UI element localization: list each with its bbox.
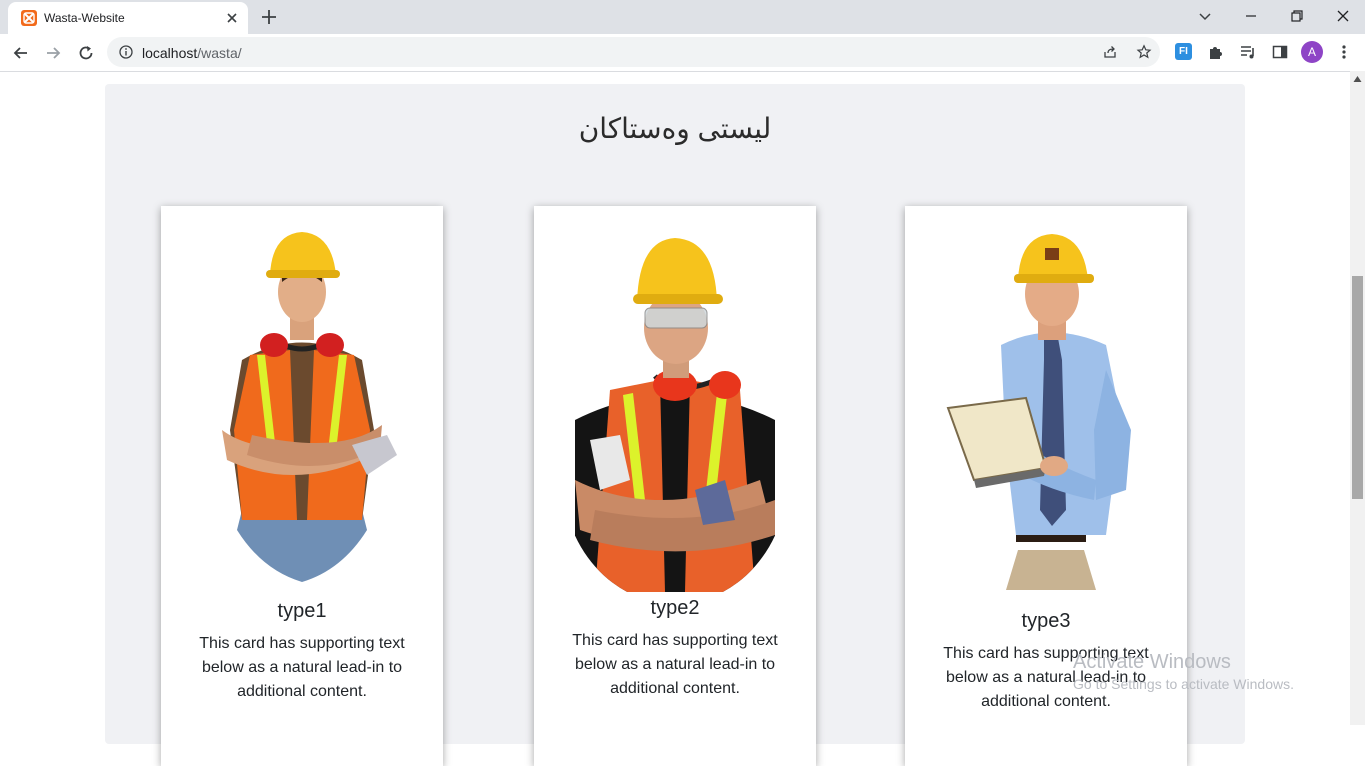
puzzle-icon[interactable]: [1207, 43, 1225, 61]
workers-section: لیستی وەستاکان type1 This card has suppo…: [105, 84, 1245, 766]
page-title: لیستی وەستاکان: [578, 113, 772, 144]
tab-search-chevron-icon[interactable]: [1197, 8, 1213, 24]
url-path: /wasta/: [197, 45, 242, 61]
watermark-title: Activate Windows: [1073, 651, 1231, 673]
watermark-subtitle: Go to Settings to activate Windows.: [1073, 676, 1294, 692]
worker-photo-3: [946, 234, 1131, 590]
tab-title: Wasta-Website: [44, 11, 125, 25]
card-text: This card has supporting text below as a…: [572, 632, 778, 697]
tab-strip: Wasta-Website: [0, 0, 1365, 34]
browser-toolbar: localhost/wasta/ FI A: [0, 34, 1365, 72]
scroll-up-arrow-icon[interactable]: [1353, 75, 1362, 83]
reload-icon[interactable]: [76, 43, 96, 63]
url-text: localhost/wasta/: [142, 45, 242, 61]
extension-fi-icon[interactable]: FI: [1175, 43, 1192, 60]
card-title: type1: [277, 600, 327, 622]
restore-icon[interactable]: [1289, 8, 1305, 24]
share-icon[interactable]: [1102, 44, 1118, 60]
card-title: type3: [1021, 610, 1071, 632]
profile-avatar[interactable]: A: [1301, 41, 1323, 63]
worker-card-1[interactable]: type1 This card has supporting text belo…: [161, 206, 443, 766]
forward-arrow-icon[interactable]: [43, 43, 63, 63]
card-text: This card has supporting text below as a…: [199, 635, 405, 700]
scroll-thumb[interactable]: [1352, 276, 1363, 499]
close-window-icon[interactable]: [1335, 8, 1351, 24]
worker-photo-2: [575, 238, 775, 592]
xampp-icon: [21, 10, 37, 26]
info-icon[interactable]: [119, 45, 133, 59]
new-tab-plus-icon[interactable]: [260, 8, 278, 26]
browser-tab[interactable]: Wasta-Website: [8, 2, 248, 34]
worker-card-2[interactable]: type2 This card has supporting text belo…: [534, 206, 816, 766]
activate-windows-watermark: Activate Windows Go to Settings to activ…: [1073, 651, 1294, 692]
address-bar[interactable]: localhost/wasta/: [107, 37, 1160, 67]
back-arrow-icon[interactable]: [11, 43, 31, 63]
close-icon[interactable]: [224, 10, 240, 26]
star-icon[interactable]: [1136, 44, 1152, 60]
url-host: localhost: [142, 45, 198, 61]
page-scrollbar[interactable]: [1350, 71, 1365, 725]
worker-photo-1: [222, 232, 397, 582]
side-panel-icon[interactable]: [1271, 43, 1289, 61]
card-title: type2: [650, 597, 700, 619]
media-queue-icon[interactable]: [1239, 43, 1257, 61]
kebab-menu-icon[interactable]: [1335, 43, 1353, 61]
minimize-icon[interactable]: [1243, 8, 1259, 24]
